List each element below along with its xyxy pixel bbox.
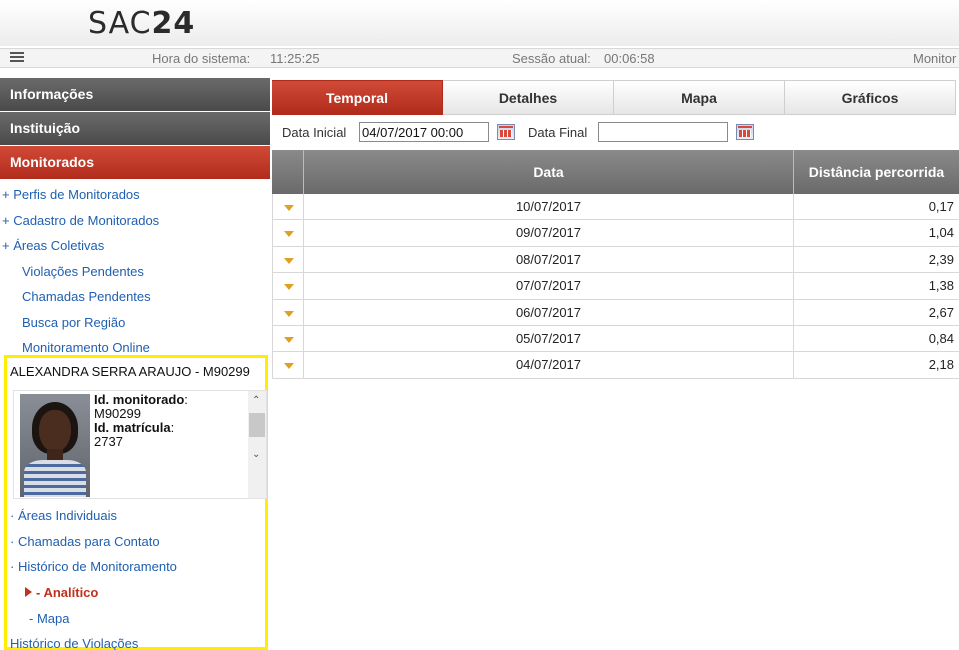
table-row[interactable]: 07/07/2017 1,38	[272, 273, 959, 300]
tab-bar: Temporal Detalhes Mapa Gráficos	[272, 80, 959, 115]
link-cadastro-monitorados[interactable]: + Cadastro de Monitorados	[0, 208, 270, 234]
id-matricula-label: Id. matrícula	[94, 420, 171, 435]
expand-row-button[interactable]	[272, 352, 304, 379]
id-monitorado-value: M90299	[94, 406, 141, 421]
table-row[interactable]: 04/07/2017 2,18	[272, 352, 959, 379]
app-header: SAC24	[0, 0, 959, 46]
link-violacoes-pendentes[interactable]: Violações Pendentes	[0, 259, 270, 285]
cell-distancia: 2,18	[928, 357, 954, 373]
header-expand-column	[272, 150, 304, 194]
data-final-input[interactable]	[598, 122, 728, 142]
link-chamadas-contato[interactable]: · Chamadas para Contato	[7, 529, 265, 555]
system-time-value: 11:25:25	[270, 51, 320, 66]
active-arrow-icon	[25, 587, 32, 598]
table-row[interactable]: 09/07/2017 1,04	[272, 220, 959, 247]
cell-distancia: 2,39	[928, 251, 954, 267]
expand-arrow-icon	[284, 363, 294, 370]
table-row[interactable]: 10/07/2017 0,17	[272, 194, 959, 221]
cell-distancia: 2,67	[928, 304, 954, 320]
card-scrollbar[interactable]: ⌃ ⌄	[248, 391, 266, 498]
logo-number: 24	[151, 6, 196, 41]
data-inicial-input[interactable]	[359, 122, 489, 142]
scroll-thumb[interactable]	[249, 413, 265, 437]
expand-arrow-icon	[284, 310, 294, 317]
tab-temporal[interactable]: Temporal	[272, 80, 443, 115]
cell-distancia: 1,38	[928, 278, 954, 294]
status-bar: Hora do sistema: 11:25:25 Sessão atual: …	[0, 48, 959, 68]
tab-mapa[interactable]: Mapa	[614, 80, 785, 115]
data-inicial-label: Data Inicial	[282, 125, 347, 140]
id-monitorado-label: Id. monitorado	[94, 392, 185, 407]
section-informacoes[interactable]: Informações	[0, 78, 270, 112]
section-monitorados[interactable]: Monitorados	[0, 146, 270, 180]
person-info: Id. monitorado: M90299 Id. matrícula: 27…	[94, 393, 234, 449]
link-mapa[interactable]: - Mapa	[7, 606, 265, 632]
id-matricula-value: 2737	[94, 434, 123, 449]
sidebar: Informações Instituição Monitorados + Pe…	[0, 78, 270, 650]
cell-data: 04/07/2017	[304, 352, 794, 379]
menu-list-icon[interactable]	[10, 50, 24, 64]
cell-data: 07/07/2017	[304, 273, 794, 300]
person-sub-links: · Áreas Individuais · Chamadas para Cont…	[7, 503, 265, 650]
sac24-logo: SAC24	[88, 6, 195, 41]
session-time-value: 00:06:58	[604, 51, 655, 66]
scroll-down-icon[interactable]: ⌄	[252, 449, 260, 460]
link-perfis-monitorados[interactable]: + Perfis de Monitorados	[0, 182, 270, 208]
person-photo	[20, 394, 90, 497]
date-filter: Data Inicial Data Final	[272, 120, 959, 144]
cell-data: 10/07/2017	[304, 194, 794, 220]
table-header: Data Distância percorrida	[272, 150, 959, 194]
scroll-up-icon[interactable]: ⌃	[252, 395, 260, 406]
calendar-icon[interactable]	[497, 124, 515, 140]
person-card: Id. monitorado: M90299 Id. matrícula: 27…	[13, 390, 267, 499]
expand-arrow-icon	[284, 284, 294, 291]
expand-row-button[interactable]	[272, 325, 304, 352]
column-header-data[interactable]: Data	[304, 150, 794, 194]
person-name: ALEXANDRA SERRA ARAUJO - M90299	[10, 364, 250, 379]
expand-arrow-icon	[284, 231, 294, 238]
table-body: 10/07/2017 0,17 09/07/2017 1,04 08/07/2017 2,…	[272, 194, 959, 379]
cell-distancia: 1,04	[928, 225, 954, 241]
system-time-label: Hora do sistema:	[152, 51, 251, 66]
cell-data: 08/07/2017	[304, 246, 794, 273]
expand-row-button[interactable]	[272, 220, 304, 247]
results-table: Data Distância percorrida 10/07/2017 0,17…	[272, 150, 959, 379]
monitor-label: Monitor	[913, 51, 957, 66]
column-header-distancia[interactable]: Distância percorrida	[794, 150, 959, 194]
selected-person-panel: ALEXANDRA SERRA ARAUJO - M90299 Id. moni…	[4, 355, 268, 650]
cell-distancia: 0,84	[928, 330, 954, 346]
cell-distancia: 0,17	[928, 199, 954, 214]
tab-detalhes[interactable]: Detalhes	[443, 80, 614, 115]
cell-data: 09/07/2017	[304, 220, 794, 247]
expand-row-button[interactable]	[272, 299, 304, 326]
data-final-label: Data Final	[528, 125, 588, 140]
link-busca-regiao[interactable]: Busca por Região	[0, 310, 270, 336]
table-row[interactable]: 06/07/2017 2,67	[272, 299, 959, 326]
cell-data: 05/07/2017	[304, 325, 794, 352]
logo-letters: SAC	[88, 6, 152, 41]
session-time-label: Sessão atual:	[512, 51, 591, 66]
link-areas-individuais[interactable]: · Áreas Individuais	[7, 503, 265, 529]
expand-row-button[interactable]	[272, 194, 304, 220]
link-chamadas-pendentes[interactable]: Chamadas Pendentes	[0, 284, 270, 310]
cell-data: 06/07/2017	[304, 299, 794, 326]
expand-arrow-icon	[284, 205, 294, 211]
link-areas-coletivas[interactable]: + Áreas Coletivas	[0, 233, 270, 259]
table-row[interactable]: 05/07/2017 0,84	[272, 325, 959, 353]
link-analitico[interactable]: - Analítico	[7, 580, 265, 606]
calendar-icon[interactable]	[736, 124, 754, 140]
expand-row-button[interactable]	[272, 273, 304, 300]
link-historico-monitoramento[interactable]: · Histórico de Monitoramento	[7, 554, 265, 580]
expand-arrow-icon	[284, 336, 294, 343]
expand-row-button[interactable]	[272, 246, 304, 273]
tab-graficos[interactable]: Gráficos	[785, 80, 956, 115]
monitorados-links: + Perfis de Monitorados + Cadastro de Mo…	[0, 180, 270, 361]
section-instituicao[interactable]: Instituição	[0, 112, 270, 146]
link-historico-violacoes[interactable]: Histórico de Violações	[7, 631, 265, 650]
expand-arrow-icon	[284, 257, 294, 264]
table-row[interactable]: 08/07/2017 2,39	[272, 246, 959, 274]
